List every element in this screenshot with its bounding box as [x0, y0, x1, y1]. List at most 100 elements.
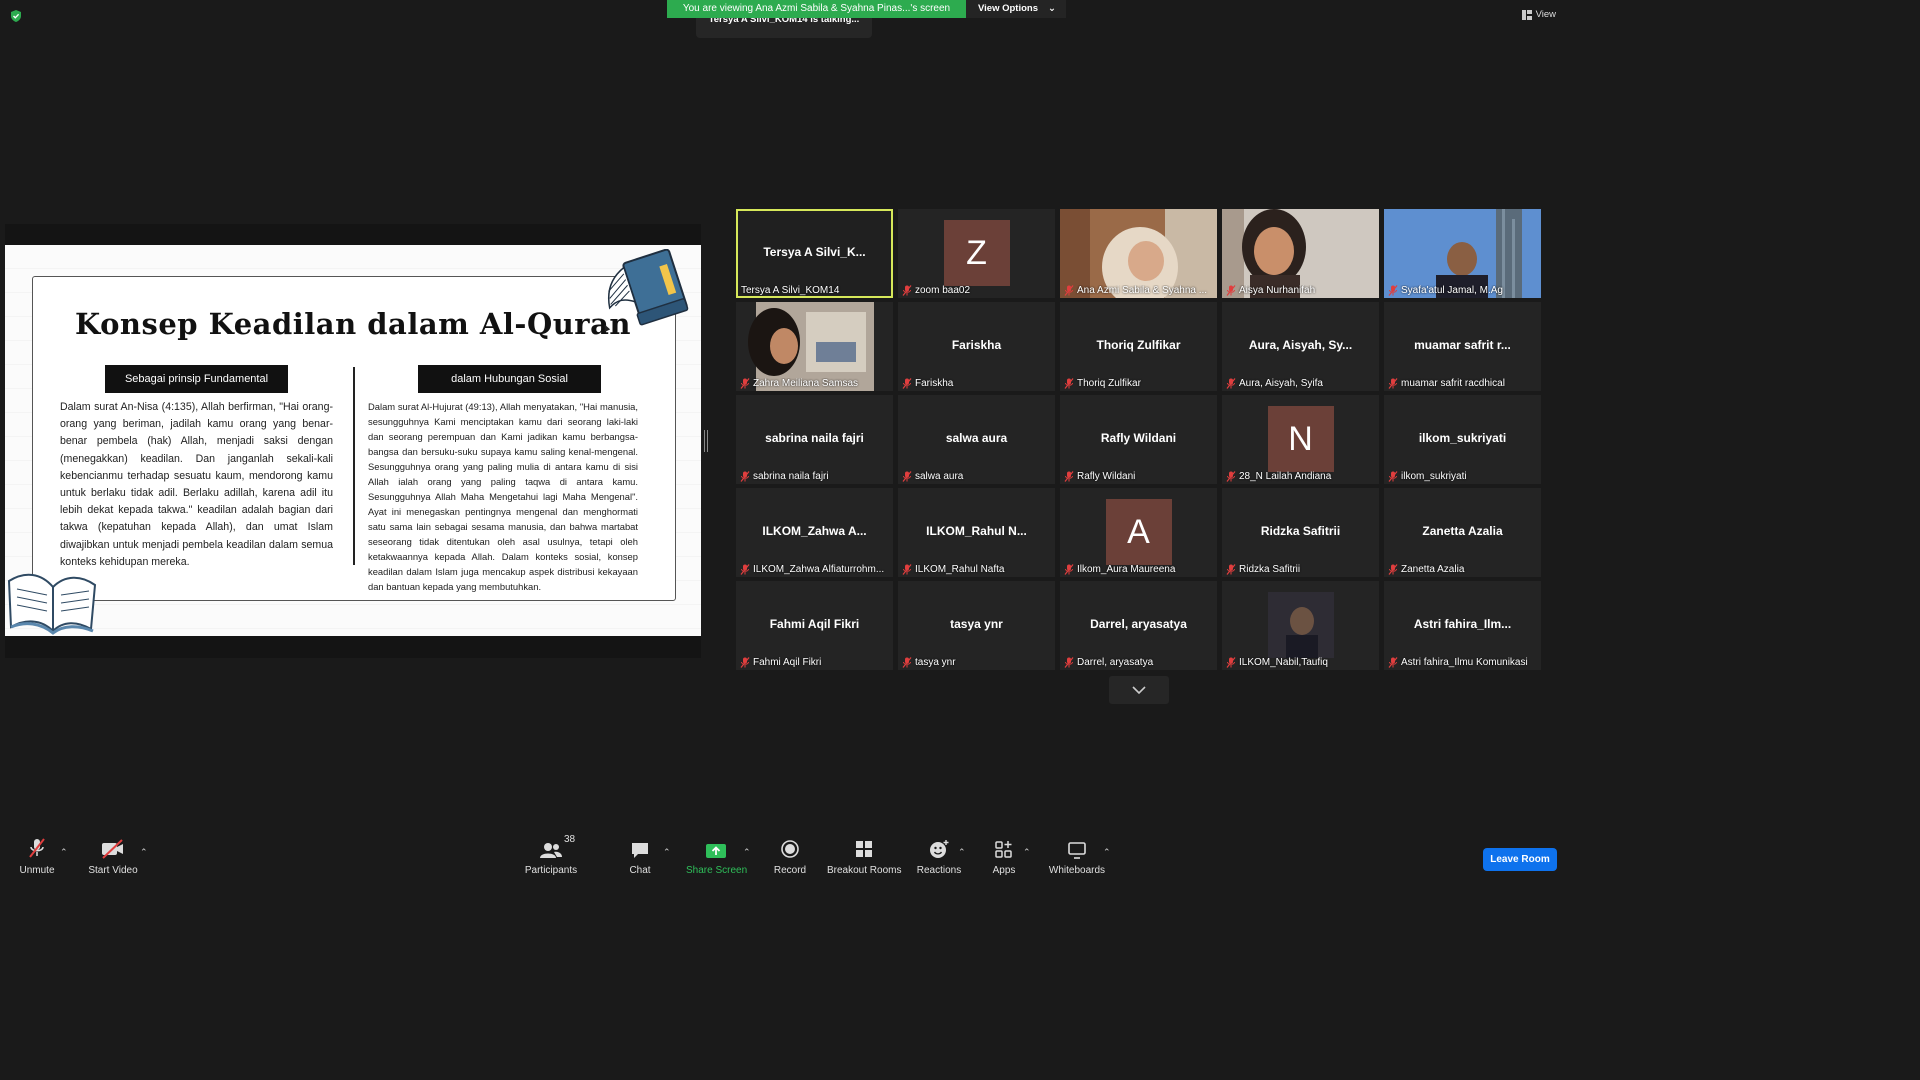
audio-options-caret[interactable]: ⌃: [60, 847, 68, 858]
participant-name: Aisya Nurhanifah: [1239, 285, 1316, 296]
whiteboards-button[interactable]: Whiteboards: [1046, 835, 1108, 882]
apps-options-caret[interactable]: ⌃: [1023, 847, 1031, 858]
muted-microphone-icon: [902, 285, 912, 296]
share-screen-button[interactable]: Share Screen: [686, 835, 747, 882]
participant-tile[interactable]: Syafa'atul Jamal, M.Ag: [1384, 209, 1541, 298]
leave-room-button[interactable]: Leave Room: [1483, 848, 1557, 871]
view-button[interactable]: View: [1521, 9, 1556, 20]
reactions-smiley-icon: [930, 840, 949, 858]
muted-microphone-icon: [1226, 285, 1236, 296]
participant-display-name: ILKOM_Rahul N...: [926, 524, 1027, 538]
participant-tile[interactable]: Astri fahira_Ilm... Astri fahira_Ilmu Kom…: [1384, 581, 1541, 670]
participant-name: Astri fahira_Ilmu Komunikasi: [1401, 657, 1528, 668]
chevron-down-icon: ⌄: [1048, 3, 1056, 14]
resize-splitter-handle[interactable]: [704, 430, 708, 452]
participant-tile[interactable]: Zzoom baa02: [898, 209, 1055, 298]
participant-tile[interactable]: tasya ynr tasya ynr: [898, 581, 1055, 670]
participant-tile[interactable]: Tersya A Silvi_K... Tersya A Silvi_KOM14: [736, 209, 893, 298]
participant-tile[interactable]: salwa aura salwa aura: [898, 395, 1055, 484]
participant-avatar: N: [1267, 406, 1334, 472]
participant-tile[interactable]: Rafly Wildani Rafly Wildani: [1060, 395, 1217, 484]
participant-tile[interactable]: muamar safrit r... muamar safrit racdhica…: [1384, 302, 1541, 391]
participant-tile[interactable]: Zahra Meiliana Samsas: [736, 302, 893, 391]
participant-tile[interactable]: Fariskha Fariskha: [898, 302, 1055, 391]
view-options-label: View Options: [978, 3, 1039, 14]
security-shield-icon[interactable]: [9, 9, 23, 23]
participant-tile[interactable]: Ana Azmi Sabila & Syahna ...: [1060, 209, 1217, 298]
participant-tile[interactable]: Ridzka Safitrii Ridzka Safitrii: [1222, 488, 1379, 577]
chat-options-caret[interactable]: ⌃: [663, 847, 671, 858]
unmute-button[interactable]: Unmute: [14, 835, 60, 882]
participant-tile[interactable]: ILKOM_Rahul N... ILKOM_Rahul Nafta: [898, 488, 1055, 577]
start-video-label: Start Video: [88, 865, 138, 876]
chat-label: Chat: [629, 865, 651, 876]
participant-name-label: Aisya Nurhanifah: [1226, 285, 1377, 296]
participant-name: ILKOM_Rahul Nafta: [915, 564, 1005, 575]
muted-microphone-icon: [902, 471, 912, 482]
participant-tile[interactable]: Zanetta Azalia Zanetta Azalia: [1384, 488, 1541, 577]
participant-tile[interactable]: Aura, Aisyah, Sy... Aura, Aisyah, Syifa: [1222, 302, 1379, 391]
participant-tile[interactable]: Fahmi Aqil Fikri Fahmi Aqil Fikri: [736, 581, 893, 670]
participant-display-name: Rafly Wildani: [1100, 431, 1177, 445]
participant-display-name: muamar safrit r...: [1414, 338, 1511, 352]
participant-display-name: Darrel, aryasatya: [1090, 617, 1187, 631]
column-divider: [353, 367, 355, 565]
reactions-button[interactable]: Reactions: [915, 835, 963, 882]
participant-name: Ilkom_Aura Maureena: [1077, 564, 1176, 575]
participant-name-label: Zanetta Azalia: [1388, 564, 1539, 575]
participant-tile[interactable]: sabrina naila fajri sabrina naila fajri: [736, 395, 893, 484]
participant-display-name: Tersya A Silvi_K...: [763, 245, 866, 259]
muted-microphone-icon: [1388, 657, 1398, 668]
viewing-screen-message: You are viewing Ana Azmi Sabila & Syahna…: [667, 0, 966, 18]
apps-icon: [995, 841, 1012, 858]
participant-tile[interactable]: ILKOM_Zahwa A... ILKOM_Zahwa Alfiaturrohm…: [736, 488, 893, 577]
share-options-caret[interactable]: ⌃: [743, 847, 751, 858]
participant-tile[interactable]: ILKOM_Nabil,Taufiq: [1222, 581, 1379, 670]
muted-microphone-icon: [1226, 378, 1236, 389]
breakout-rooms-button[interactable]: Breakout Rooms: [827, 835, 901, 882]
chevron-down-icon: [1132, 686, 1146, 695]
muted-microphone-icon: [740, 378, 750, 389]
participant-name-label: Darrel, aryasatya: [1064, 657, 1215, 668]
muted-microphone-icon: [902, 564, 912, 575]
participant-display-name: Fariskha: [951, 338, 1002, 352]
muted-microphone-icon: [1226, 657, 1236, 668]
participant-tile[interactable]: Darrel, aryasatya Darrel, aryasatya: [1060, 581, 1217, 670]
whiteboards-options-caret[interactable]: ⌃: [1103, 847, 1111, 858]
participant-name-label: ILKOM_Nabil,Taufiq: [1226, 657, 1377, 668]
participant-tile[interactable]: ilkom_sukriyati ilkom_sukriyati: [1384, 395, 1541, 484]
breakout-rooms-icon: [856, 841, 872, 857]
participants-button[interactable]: 38 Participants: [523, 834, 579, 882]
participant-name-label: sabrina naila fajri: [740, 471, 891, 482]
participants-label: Participants: [524, 865, 578, 876]
participant-tile[interactable]: Aisya Nurhanifah: [1222, 209, 1379, 298]
participant-display-name: ilkom_sukriyati: [1418, 431, 1507, 445]
reactions-options-caret[interactable]: ⌃: [958, 847, 966, 858]
participant-tile[interactable]: A Ilkom_Aura Maureena: [1060, 488, 1217, 577]
start-video-button[interactable]: Start Video: [86, 835, 140, 882]
whiteboards-label: Whiteboards: [1048, 865, 1106, 876]
participant-display-name: ILKOM_Zahwa A...: [762, 524, 867, 538]
participant-tile[interactable]: N 28_N Lailah Andiana: [1222, 395, 1379, 484]
chat-bubble-icon: [632, 843, 648, 858]
participant-name-label: Fahmi Aqil Fikri: [740, 657, 891, 668]
video-options-caret[interactable]: ⌃: [140, 847, 148, 858]
next-page-button[interactable]: [1109, 676, 1169, 704]
participant-name: Fahmi Aqil Fikri: [753, 657, 822, 668]
participant-display-name: sabrina naila fajri: [765, 431, 864, 445]
record-button[interactable]: Record: [771, 835, 809, 882]
muted-microphone-icon: [740, 471, 750, 482]
participant-name: Fariskha: [915, 378, 954, 389]
chat-button[interactable]: Chat: [624, 835, 656, 882]
view-options-button[interactable]: View Options ⌄: [966, 0, 1066, 18]
shared-screen[interactable]: Konsep Keadilan dalam Al-Quran Sebagai p…: [5, 224, 701, 658]
label-hubungan-sosial: dalam Hubungan Sosial: [418, 365, 601, 393]
muted-microphone-icon: [1388, 285, 1398, 296]
apps-button[interactable]: Apps: [988, 835, 1020, 882]
participant-tile[interactable]: Thoriq Zulfikar Thoriq Zulfikar: [1060, 302, 1217, 391]
participant-display-name: Aura, Aisyah, Sy...: [1248, 338, 1353, 352]
muted-microphone-icon: [1226, 471, 1236, 482]
participant-name: Ridzka Safitrii: [1239, 564, 1301, 575]
participant-name-label: Ana Azmi Sabila & Syahna ...: [1064, 285, 1215, 296]
participant-name-label: Ridzka Safitrii: [1226, 564, 1377, 575]
